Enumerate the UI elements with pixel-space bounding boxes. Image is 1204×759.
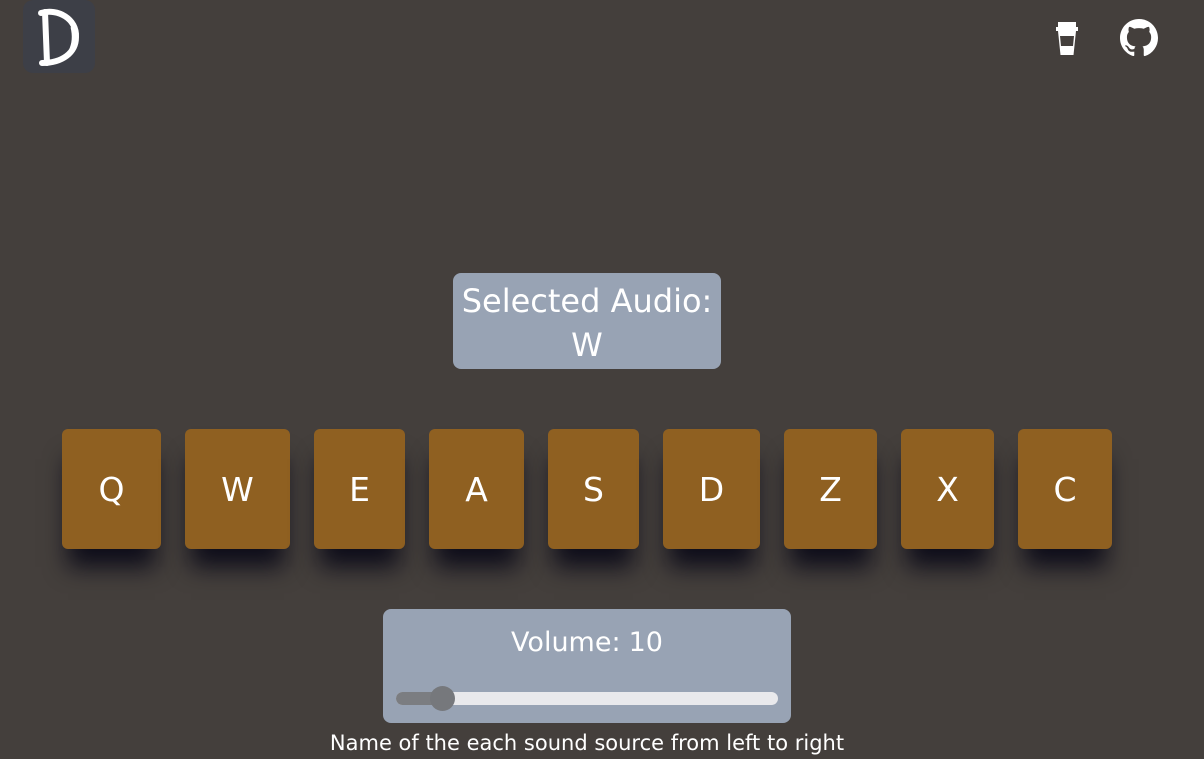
drum-pad-s[interactable]: S [548,429,639,549]
selected-audio-value: W [571,326,603,364]
selected-audio-label: Selected Audio: [461,282,713,320]
volume-label-row: Volume: 10 [383,627,791,659]
volume-label: Volume: [511,627,621,658]
volume-panel: Volume: 10 [383,609,791,723]
drum-pad-q[interactable]: Q [62,429,161,549]
brush-letter-d-logo-icon [38,8,79,66]
volume-value: 10 [628,627,663,658]
github-link[interactable] [1119,18,1159,58]
selected-audio-display: Selected Audio: W [453,273,721,369]
drum-pad-c[interactable]: C [1018,429,1112,549]
volume-slider[interactable] [396,686,778,711]
drum-pad-z[interactable]: Z [784,429,877,549]
drum-pad-w[interactable]: W [185,429,290,549]
logo[interactable] [23,0,95,73]
sound-source-caption: Name of the each sound source from left … [329,731,845,755]
github-icon [1120,19,1158,57]
volume-slider-thumb[interactable] [430,686,455,711]
coffee-cup-icon [1056,22,1078,55]
drum-pad-e[interactable]: E [314,429,405,549]
drum-pad-d[interactable]: D [663,429,760,549]
drum-pad-x[interactable]: X [901,429,994,549]
drum-pad-a[interactable]: A [429,429,524,549]
buy-me-a-coffee-link[interactable] [1047,18,1087,58]
